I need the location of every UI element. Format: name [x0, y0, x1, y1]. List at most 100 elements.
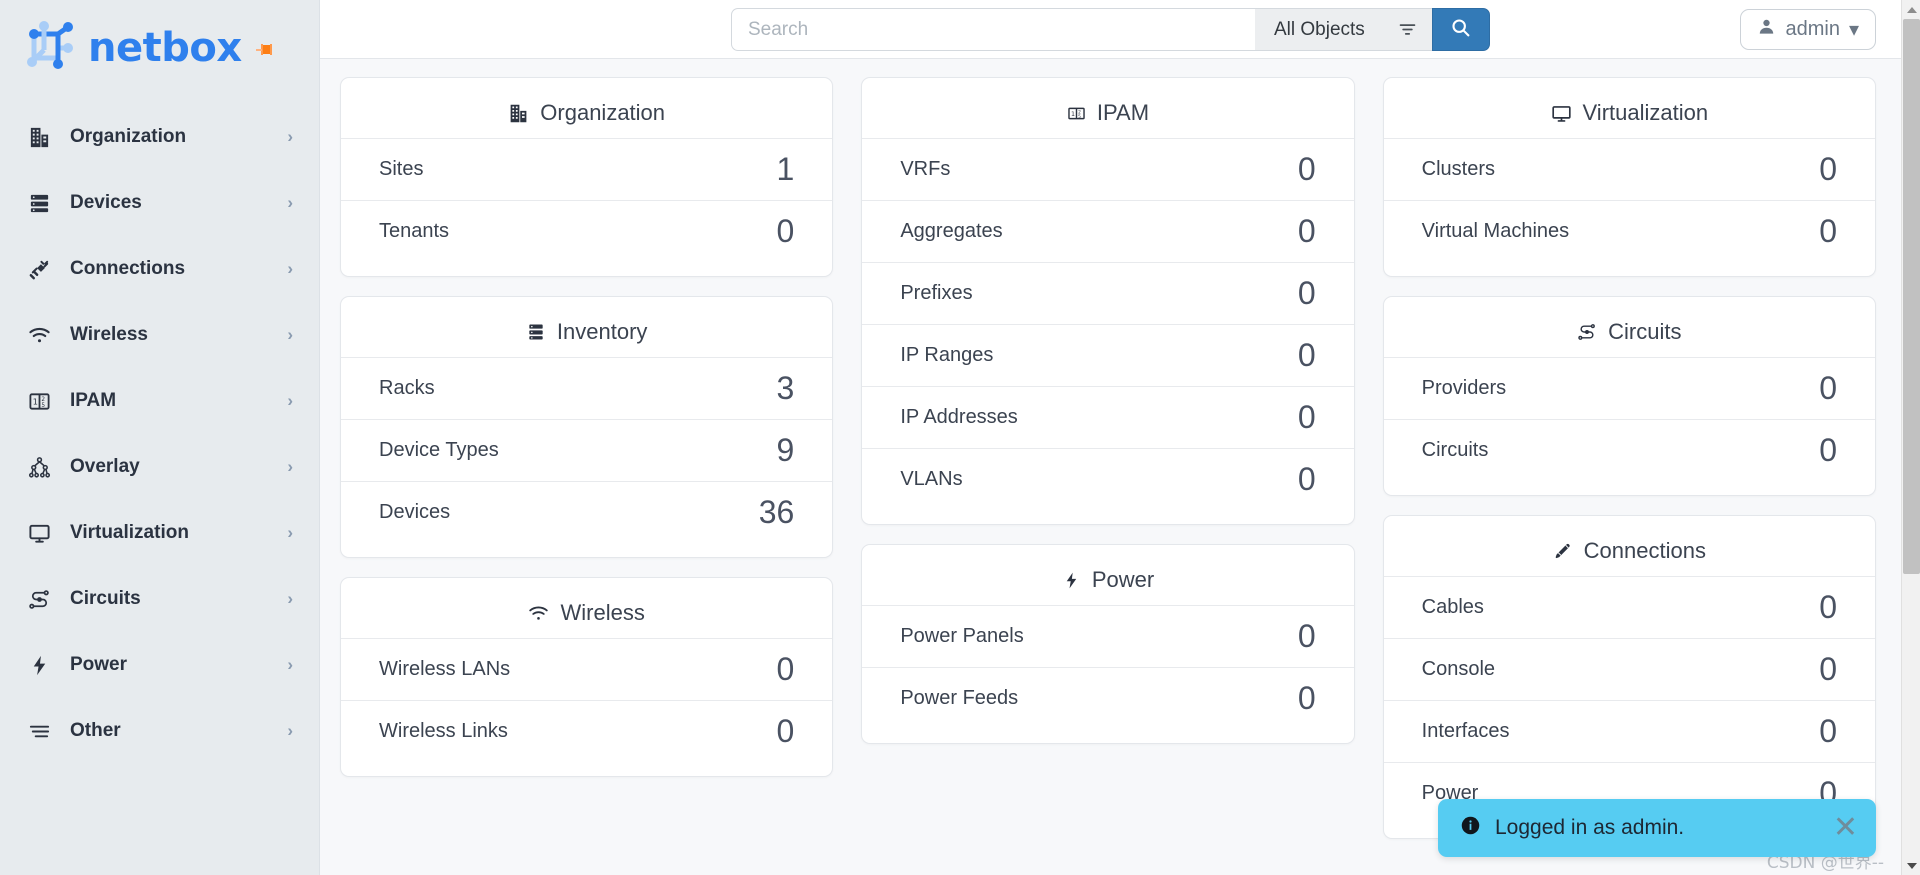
stat-row[interactable]: Console 0: [1383, 638, 1875, 700]
card-title-label: Organization: [540, 100, 666, 125]
brand-header[interactable]: netbox: [0, 0, 319, 96]
sidebar-item-ipam[interactable]: 1 2 5 IPAM ›: [0, 368, 319, 434]
wifi-icon: [528, 603, 549, 624]
sidebar-item-wireless[interactable]: Wireless ›: [0, 302, 319, 368]
sidebar-item-label: Virtualization: [70, 522, 189, 543]
stat-row[interactable]: IP Addresses 0: [862, 386, 1354, 448]
filter-icon[interactable]: [1383, 8, 1432, 51]
stat-row[interactable]: Interfaces 0: [1383, 700, 1875, 762]
sidebar-item-other[interactable]: Other ›: [0, 698, 319, 764]
stat-row[interactable]: Devices 36: [341, 481, 833, 543]
stat-row[interactable]: Cables 0: [1383, 576, 1875, 638]
svg-text:5: 5: [1078, 113, 1081, 119]
sidebar-item-label: Other: [70, 720, 121, 741]
stat-row[interactable]: VRFs 0: [862, 138, 1354, 200]
stat-row[interactable]: Providers 0: [1383, 357, 1875, 419]
stat-row[interactable]: Wireless LANs 0: [341, 638, 833, 700]
stat-value: 0: [1819, 432, 1837, 468]
stat-row[interactable]: Sites 1: [341, 138, 833, 200]
card-title: Virtualization: [1384, 94, 1875, 138]
stat-label: Power Feeds: [900, 687, 1019, 709]
stat-row[interactable]: Power Panels 0: [862, 605, 1354, 667]
search-input[interactable]: [731, 8, 1255, 51]
object-scope-dropdown[interactable]: All Objects: [1255, 8, 1384, 51]
stat-row[interactable]: Aggregates 0: [862, 200, 1354, 262]
stat-row[interactable]: Tenants 0: [341, 200, 833, 262]
lightning-bolt-icon: [24, 654, 54, 677]
sidebar-item-power[interactable]: Power ›: [0, 632, 319, 698]
stat-label: Device Types: [379, 439, 499, 461]
svg-text:5: 5: [41, 403, 45, 409]
object-scope-label: All Objects: [1274, 18, 1365, 40]
stat-label: Aggregates: [900, 220, 1003, 242]
search-icon: [1450, 17, 1471, 43]
server-rack-icon: [526, 322, 546, 342]
monitor-icon: [1551, 103, 1572, 124]
sidebar-item-connections[interactable]: Connections ›: [0, 236, 319, 302]
stat-label: Cables: [1421, 596, 1484, 618]
chevron-down-icon: ▾: [1848, 19, 1859, 41]
main-area: All Objects: [320, 0, 1920, 875]
stat-label: Circuits: [1421, 439, 1489, 461]
sidebar-item-circuits[interactable]: Circuits ›: [0, 566, 319, 632]
scroll-down-arrow[interactable]: [1902, 856, 1920, 875]
chevron-right-icon: ›: [287, 193, 293, 212]
stat-row[interactable]: Virtual Machines 0: [1383, 200, 1875, 262]
menu-lines-icon: [24, 720, 54, 743]
stat-row[interactable]: Power Feeds 0: [862, 667, 1354, 729]
card-inventory: Inventory Racks 3 Device Types 9 Devices: [340, 296, 834, 558]
stat-row[interactable]: Prefixes 0: [862, 262, 1354, 324]
column-right: Virtualization Clusters 0 Virtual Machin…: [1382, 77, 1876, 839]
stat-value: 0: [1297, 680, 1316, 716]
stat-value: 0: [1819, 151, 1837, 187]
user-menu-button[interactable]: admin ▾: [1740, 9, 1876, 50]
close-icon[interactable]: ✕: [1833, 813, 1858, 843]
circuit-icon: [1577, 322, 1597, 342]
stat-label: IP Addresses: [900, 406, 1018, 428]
stat-row[interactable]: IP Ranges 0: [862, 324, 1354, 386]
stat-value: 0: [776, 713, 795, 749]
stat-value: 0: [1297, 618, 1316, 654]
stat-row[interactable]: Circuits 0: [1383, 419, 1875, 481]
card-title: Inventory: [341, 313, 832, 357]
stat-row[interactable]: Device Types 9: [341, 419, 833, 481]
sidebar-item-label: Wireless: [70, 324, 148, 345]
card-wireless: Wireless Wireless LANs 0 Wireless Links …: [340, 577, 834, 777]
stat-value: 0: [776, 213, 795, 249]
stat-label: Virtual Machines: [1421, 220, 1570, 242]
sidebar-item-overlay[interactable]: Overlay ›: [0, 434, 319, 500]
card-connections: Connections Cables 0 Console 0 Interface…: [1382, 515, 1876, 839]
chevron-right-icon: ›: [287, 391, 293, 410]
stat-row[interactable]: Racks 3: [341, 357, 833, 419]
scroll-up-arrow[interactable]: [1902, 0, 1920, 19]
lightning-bolt-icon: [1062, 571, 1081, 590]
stat-value: 0: [1819, 651, 1837, 687]
stat-row[interactable]: VLANs 0: [862, 448, 1354, 510]
stat-value: 0: [1819, 713, 1837, 749]
chevron-right-icon: ›: [287, 457, 293, 476]
chevron-right-icon: ›: [287, 655, 293, 674]
monitor-icon: [24, 522, 54, 545]
stat-value: 0: [776, 651, 795, 687]
column-left: Organization Sites 1 Tenants 0 Inventory…: [340, 77, 834, 777]
stat-value: 0: [1297, 399, 1316, 435]
page-scrollbar[interactable]: [1901, 0, 1920, 875]
card-title-label: IPAM: [1096, 100, 1150, 125]
card-title-label: Virtualization: [1582, 100, 1709, 125]
scrollbar-thumb[interactable]: [1903, 19, 1920, 574]
counter-icon: 1 2 5: [24, 390, 54, 413]
sidebar-item-virtualization[interactable]: Virtualization ›: [0, 500, 319, 566]
card-title: Power: [862, 561, 1353, 605]
stat-row[interactable]: Clusters 0: [1383, 138, 1875, 200]
stat-value: 36: [758, 494, 795, 530]
sidebar-item-devices[interactable]: Devices ›: [0, 170, 319, 236]
counter-icon: 1 2 5: [1067, 104, 1086, 123]
stat-row[interactable]: Wireless Links 0: [341, 700, 833, 762]
search-submit-button[interactable]: [1431, 8, 1490, 51]
sidebar: netbox Organization › Devices › Connecti…: [0, 0, 320, 875]
stat-label: VLANs: [900, 468, 963, 490]
sidebar-item-organization[interactable]: Organization ›: [0, 104, 319, 170]
pin-icon[interactable]: [255, 42, 275, 58]
card-title: Connections: [1384, 532, 1875, 576]
card-title-label: Inventory: [556, 319, 648, 344]
